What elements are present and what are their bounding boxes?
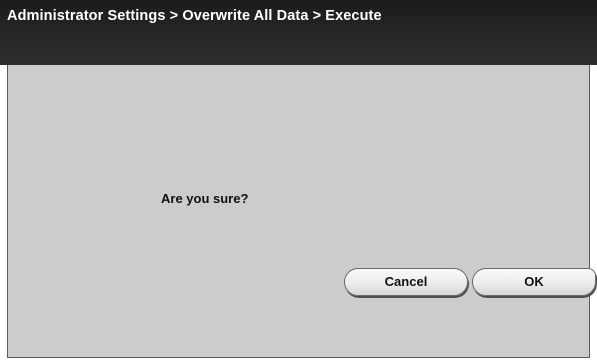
confirmation-message: Are you sure? — [161, 191, 249, 206]
screen: Administrator Settings > Overwrite All D… — [0, 0, 597, 364]
title-bar: Administrator Settings > Overwrite All D… — [0, 0, 597, 65]
cancel-button[interactable]: Cancel — [344, 268, 468, 296]
ok-button[interactable]: OK — [472, 268, 596, 296]
confirmation-panel: Are you sure? — [7, 65, 590, 358]
breadcrumb: Administrator Settings > Overwrite All D… — [7, 8, 382, 24]
